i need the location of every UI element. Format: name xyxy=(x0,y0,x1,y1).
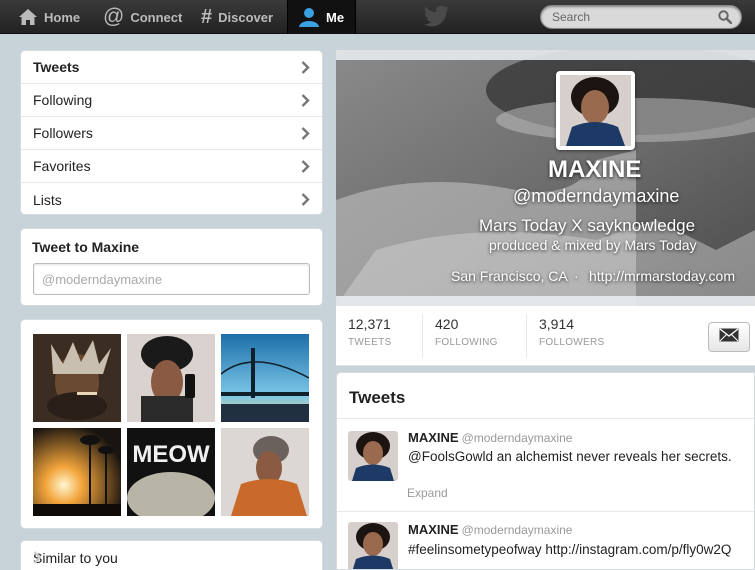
tweet-text: #feelinsometypeofway http://instagram.co… xyxy=(408,542,732,557)
nav-home-label: Home xyxy=(44,9,81,25)
at-sign-icon: @ xyxy=(103,5,125,28)
envelope-icon xyxy=(719,327,739,347)
media-thumbnail[interactable] xyxy=(221,334,309,422)
top-navigation-bar: Home @ Connect # Discover Me xyxy=(0,0,755,34)
tweet-author[interactable]: MAXINE @moderndaymaxine xyxy=(408,522,572,537)
profile-nav-list: Tweets Following Followers Favorites Lis… xyxy=(20,50,323,215)
stat-tweets[interactable]: 12,371 TWEETS xyxy=(348,316,391,348)
nav-home[interactable]: Home xyxy=(18,0,80,34)
tweet-to-box: Tweet to Maxine xyxy=(20,228,323,306)
profile-url-link[interactable]: http://mrmarstoday.com xyxy=(589,268,735,284)
timeline-title: Tweets xyxy=(349,388,406,407)
media-thumbnail[interactable] xyxy=(221,428,309,516)
stat-following[interactable]: 420 FOLLOWING xyxy=(435,316,498,348)
chevron-right-icon xyxy=(301,160,310,176)
sidebar-item-label: Lists xyxy=(33,191,62,208)
tweet-author-handle: @moderndaymaxine xyxy=(461,431,573,445)
media-thumbnail[interactable]: MEOW xyxy=(127,428,215,516)
media-thumbnail[interactable] xyxy=(33,428,121,516)
stat-divider xyxy=(526,314,527,358)
nav-connect[interactable]: @ Connect xyxy=(103,0,182,34)
media-thumbnail[interactable] xyxy=(127,334,215,422)
search-input[interactable] xyxy=(540,5,742,29)
sidebar-item-label: Tweets xyxy=(33,59,80,75)
nav-discover-label: Discover xyxy=(218,9,274,25)
chevron-right-icon xyxy=(301,127,310,143)
tweet-to-input[interactable] xyxy=(33,263,310,295)
media-gallery: MEOW xyxy=(20,319,323,529)
profile-avatar[interactable] xyxy=(556,71,635,150)
tweet-item[interactable]: MAXINE @moderndaymaxine @FoolsGowld an al… xyxy=(337,419,754,511)
profile-bio-line2: produced & mixed by Mars Today xyxy=(489,237,697,253)
sidebar-item-label: Favorites xyxy=(33,158,91,174)
stat-following-count: 420 xyxy=(435,316,459,332)
chevron-right-icon xyxy=(301,94,310,110)
hashtag-icon: # xyxy=(201,5,213,28)
profile-bio-line1: Mars Today X sayknowledge xyxy=(479,216,696,235)
tweet-author[interactable]: MAXINE @moderndaymaxine xyxy=(408,430,572,445)
media-thumbnail-text: MEOW xyxy=(132,441,210,468)
tweet-avatar[interactable] xyxy=(348,431,398,481)
nav-me[interactable]: Me xyxy=(287,0,356,34)
chevron-right-icon xyxy=(301,61,310,77)
sidebar-item-label: Followers xyxy=(33,125,93,141)
tweet-to-title: Tweet to Maxine xyxy=(32,239,140,255)
profile-location: San Francisco, CA xyxy=(451,268,568,284)
chevron-right-icon xyxy=(33,551,310,567)
profile-name: MAXINE xyxy=(548,156,642,183)
profile-separator: · xyxy=(574,268,579,284)
sidebar-item-favorites[interactable]: Favorites xyxy=(21,150,322,183)
search-icon[interactable] xyxy=(718,10,733,29)
profile-stats: 12,371 TWEETS 420 FOLLOWING 3,914 FOLLOW… xyxy=(336,306,755,366)
similar-to-you-box[interactable]: Similar to you xyxy=(20,540,323,570)
sidebar-item-label: Following xyxy=(33,92,93,108)
nav-me-label: Me xyxy=(326,9,345,25)
person-icon xyxy=(298,7,320,27)
stat-following-label: FOLLOWING xyxy=(435,337,498,348)
tweet-avatar[interactable] xyxy=(348,522,398,569)
nav-discover[interactable]: # Discover xyxy=(201,0,273,34)
tweet-item[interactable]: MAXINE @moderndaymaxine #feelinsometypeof… xyxy=(337,512,754,569)
direct-message-button[interactable] xyxy=(708,322,750,352)
sidebar-item-lists[interactable]: Lists xyxy=(21,183,322,216)
tweet-author-handle: @moderndaymaxine xyxy=(461,523,573,537)
stat-tweets-count: 12,371 xyxy=(348,316,391,332)
home-icon xyxy=(18,8,38,26)
stat-followers-count: 3,914 xyxy=(539,316,575,332)
sidebar-item-followers[interactable]: Followers xyxy=(21,117,322,150)
sidebar-item-following[interactable]: Following xyxy=(21,84,322,117)
tweet-text: @FoolsGowld an alchemist never reveals h… xyxy=(408,449,732,464)
stat-followers[interactable]: 3,914 FOLLOWERS xyxy=(539,316,605,348)
stat-tweets-label: TWEETS xyxy=(348,337,392,348)
twitter-bird-icon[interactable] xyxy=(423,5,450,32)
tweet-author-name: MAXINE xyxy=(408,522,459,537)
stat-divider xyxy=(422,314,423,358)
tweet-expand-link[interactable]: Expand xyxy=(407,486,448,500)
tweets-timeline: Tweets MAXINE @moderndaymaxine @FoolsGowl… xyxy=(336,372,755,570)
media-thumbnail[interactable] xyxy=(33,334,121,422)
chevron-right-icon xyxy=(301,193,310,209)
stat-followers-label: FOLLOWERS xyxy=(539,337,605,348)
sidebar-item-tweets[interactable]: Tweets xyxy=(21,51,322,84)
profile-handle: @moderndaymaxine xyxy=(513,186,680,206)
tweet-author-name: MAXINE xyxy=(408,430,459,445)
nav-connect-label: Connect xyxy=(130,9,183,25)
